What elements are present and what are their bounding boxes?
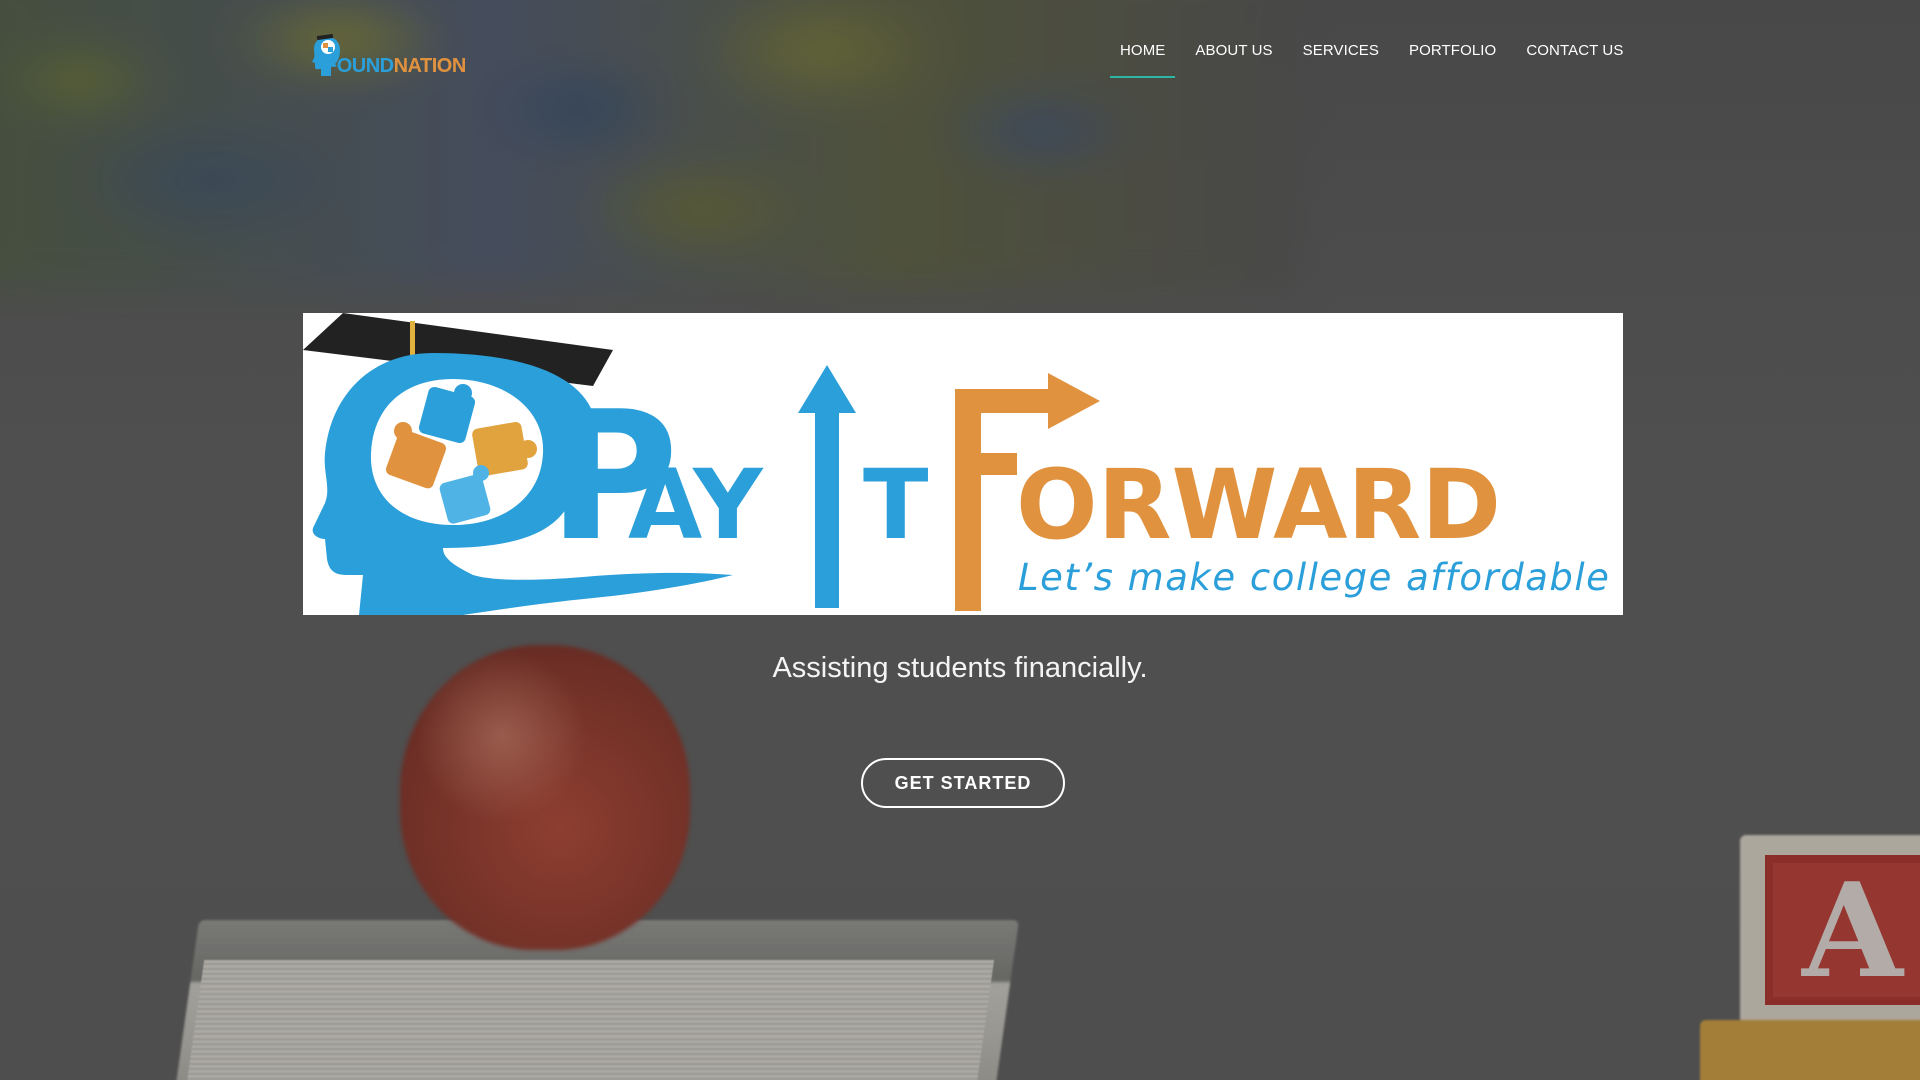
logo-text-found: FOUND xyxy=(325,55,394,77)
banner-title-ay: AY xyxy=(628,449,764,561)
hero-subtitle: Assisting students financially. xyxy=(772,652,1148,684)
logo-text-nation: NATION xyxy=(393,55,467,77)
banner-title-t: T xyxy=(863,449,928,561)
get-started-button[interactable]: GET STARTED xyxy=(861,758,1065,808)
nav-about-us[interactable]: ABOUT US xyxy=(1185,38,1282,74)
nav-contact-us[interactable]: CONTACT US xyxy=(1516,38,1633,74)
nav-portfolio[interactable]: PORTFOLIO xyxy=(1399,38,1506,74)
main-nav: HOME ABOUT US SERVICES PORTFOLIO CONTACT… xyxy=(1110,38,1633,78)
banner-title-orward: ORWARD xyxy=(1016,449,1501,561)
pay-it-forward-banner: P AY T ORWARD Let’s make college afforda… xyxy=(303,313,1623,615)
nav-services[interactable]: SERVICES xyxy=(1293,38,1389,74)
up-arrow-icon xyxy=(798,365,856,608)
site-logo[interactable]: FOUNDNATION xyxy=(311,34,466,82)
logo-text: FOUNDNATION xyxy=(325,55,466,78)
banner-tagline: Let’s make college affordable xyxy=(1018,556,1611,599)
nav-home[interactable]: HOME xyxy=(1110,38,1176,78)
